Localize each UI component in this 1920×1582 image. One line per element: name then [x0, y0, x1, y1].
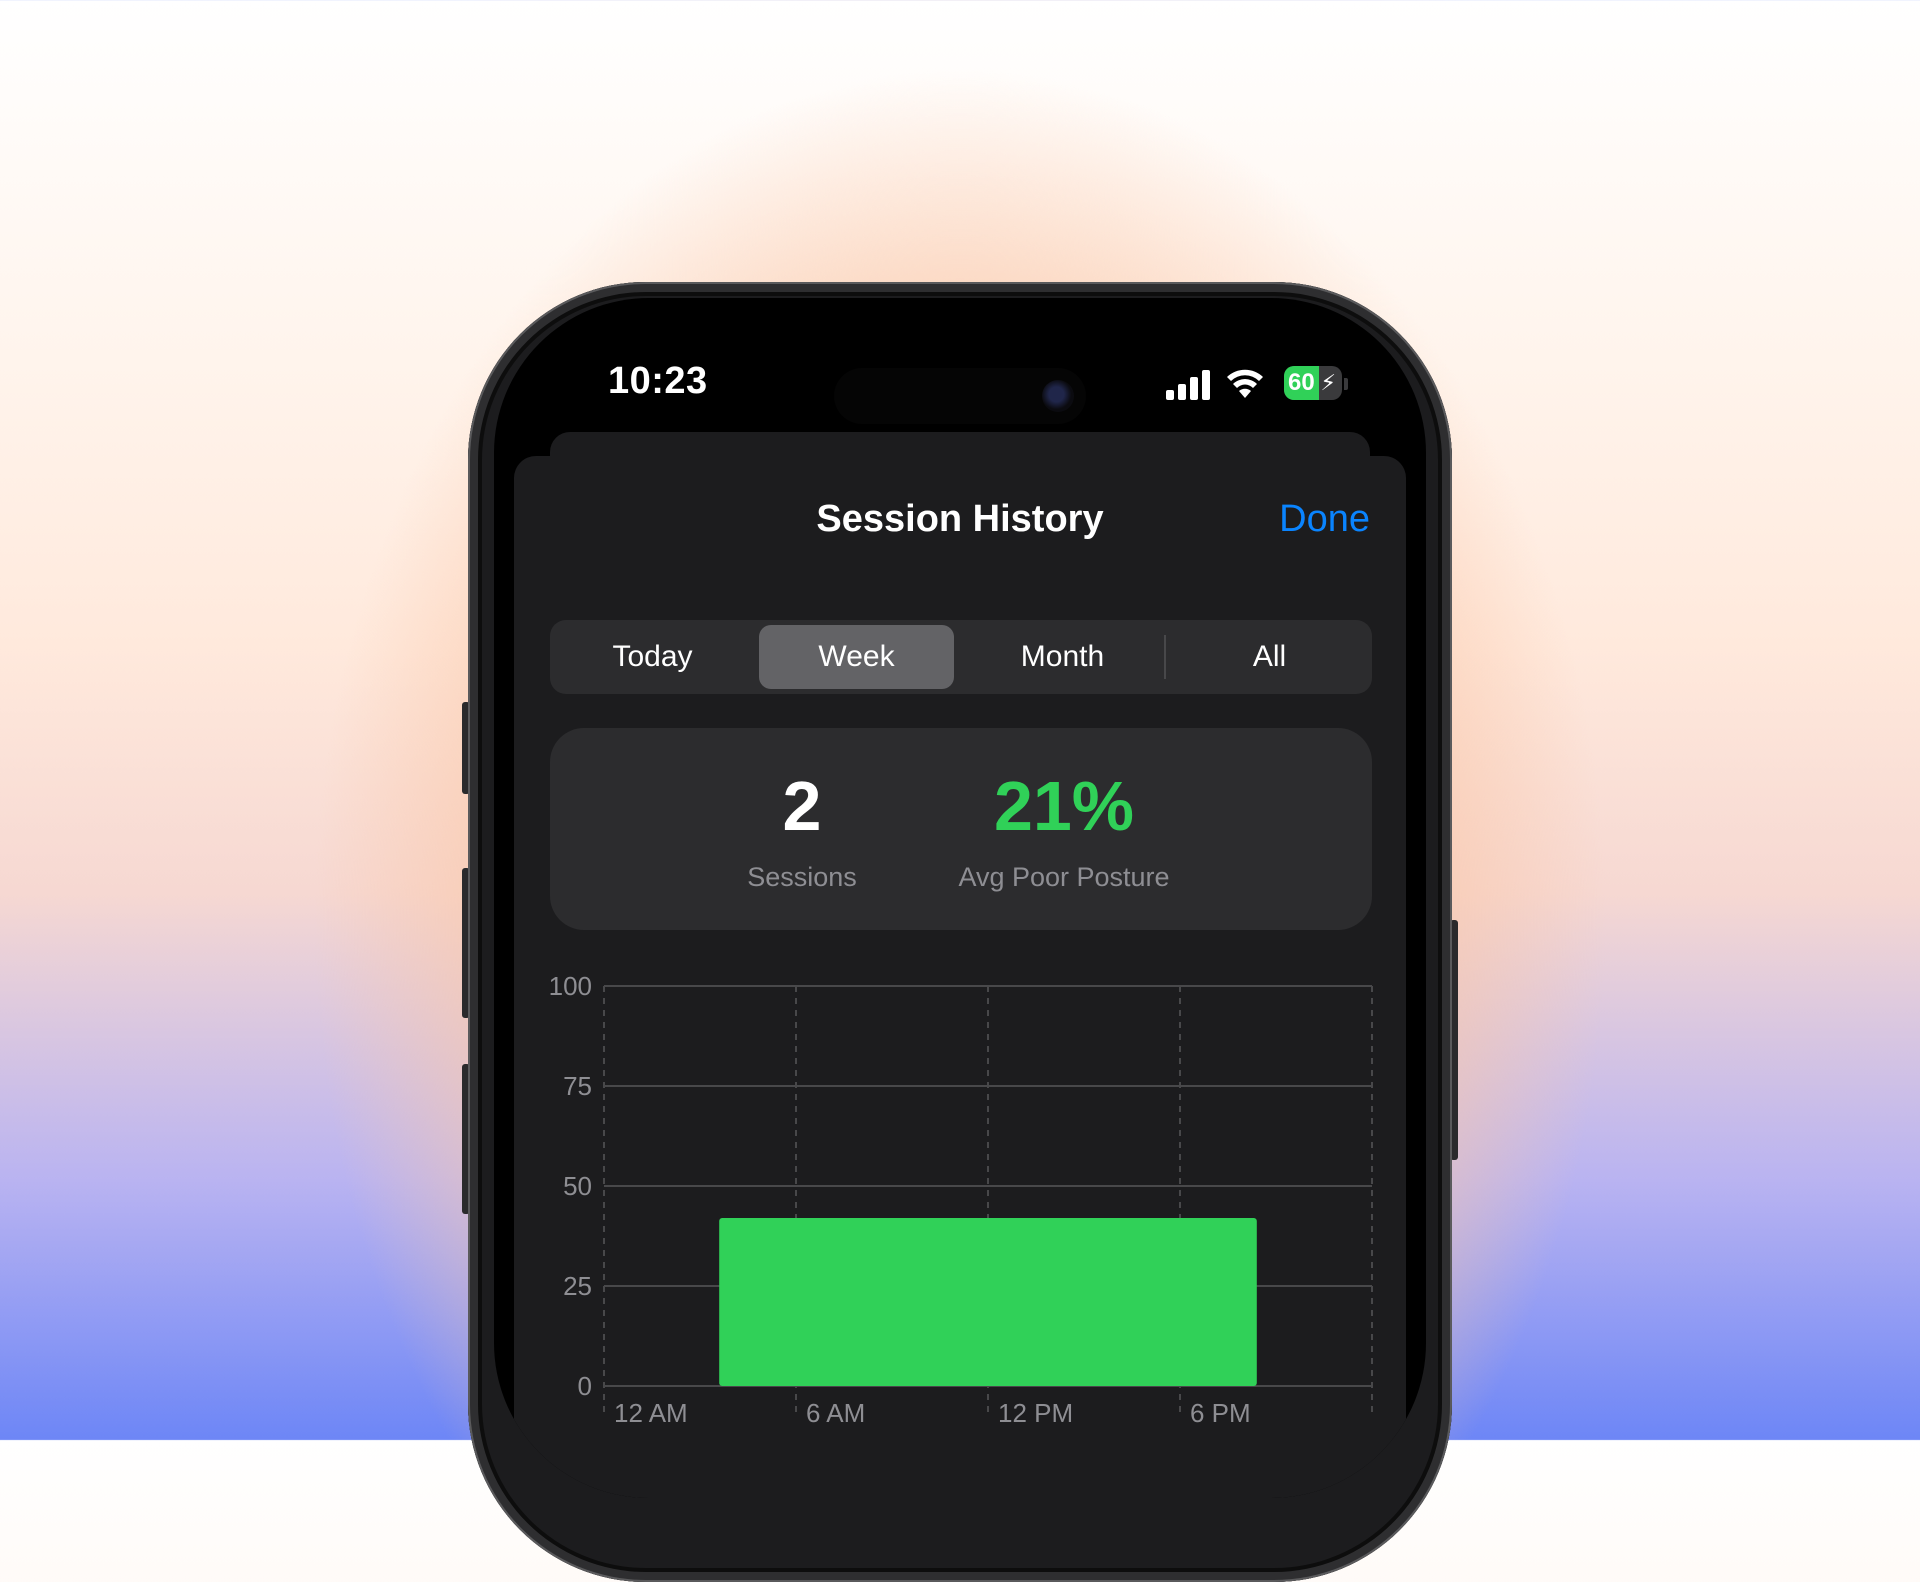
battery-cap [1344, 378, 1348, 390]
done-button[interactable]: Done [1279, 498, 1370, 541]
segment-week[interactable]: Week [759, 625, 954, 689]
battery-charging-icon: 60 ⚡ [1284, 366, 1342, 400]
sessions-label: Sessions [747, 862, 857, 892]
y-tick-label: 0 [578, 1371, 592, 1401]
segment-today[interactable]: Today [550, 620, 755, 694]
sheet-title: Session History [816, 498, 1104, 540]
x-tick-label: 12 AM [614, 1398, 688, 1428]
segment-all[interactable]: All [1167, 620, 1372, 694]
stats-card: 2 Sessions 21% Avg Poor Posture [550, 728, 1372, 930]
x-tick-label: 6 AM [806, 1398, 865, 1428]
phone-screen: 10:23 60 ⚡ Session History Done Today We… [494, 298, 1426, 1498]
wifi-icon [1227, 369, 1263, 398]
signal-icon [1166, 370, 1210, 400]
segment-divider [1164, 635, 1166, 679]
camera-icon [1042, 380, 1074, 412]
y-tick-label: 50 [563, 1171, 592, 1201]
y-tick-label: 100 [549, 971, 592, 1001]
status-time: 10:23 [608, 360, 708, 402]
y-tick-label: 75 [563, 1071, 592, 1101]
x-tick-label: 12 PM [998, 1398, 1073, 1428]
session-history-sheet: Session History Done Today Week Month Al… [514, 456, 1406, 1498]
poor-posture-value: 21% [993, 767, 1135, 845]
poor-posture-bar [719, 1218, 1257, 1386]
battery-level: 60 [1288, 369, 1315, 396]
bolt-icon: ⚡ [1320, 370, 1336, 395]
segment-month[interactable]: Month [960, 620, 1165, 694]
x-tick-label: 6 PM [1190, 1398, 1251, 1428]
y-tick-label: 25 [563, 1271, 592, 1301]
poor-posture-label: Avg Poor Posture [958, 862, 1170, 892]
posture-chart: 0 25 50 75 100 12 AM 6 AM 12 PM 6 PM [549, 971, 1373, 1428]
period-segmented-control: Today Week Month All [550, 620, 1372, 694]
sessions-count: 2 [782, 767, 822, 845]
